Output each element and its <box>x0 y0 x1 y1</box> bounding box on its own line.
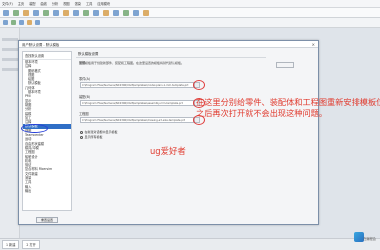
layer-icon[interactable] <box>35 20 40 25</box>
redo-icon[interactable] <box>43 9 49 16</box>
shell-icon[interactable] <box>113 9 119 16</box>
status-tab-open[interactable]: 2 打开 <box>22 240 40 249</box>
revolve-icon[interactable] <box>73 9 79 16</box>
assembly-template-label: 装配(B) <box>79 95 91 99</box>
radio-show-in-dialog-label: 在新建对话框中显示模板 <box>84 130 118 134</box>
resource-bar <box>0 28 20 238</box>
menu-file[interactable]: 文件(F) <box>2 1 13 6</box>
selection-toolbar <box>0 18 380 28</box>
open-icon[interactable] <box>13 9 19 16</box>
status-bar: 1 新建 2 打开 <box>0 238 380 250</box>
menu-tools[interactable]: 工具 <box>86 1 92 6</box>
select-filter-icon[interactable] <box>3 20 8 25</box>
annotation-line-2: 之后再次打开就不会出现这种问题。 <box>196 108 328 118</box>
dialog-title: 用户默认设置 - 默认模板 × <box>19 41 318 48</box>
reset-button[interactable]: 重置设置 <box>36 217 58 223</box>
assembly-template-field[interactable]: C:\Program Files\Siemens\NX2306\UGII\tem… <box>80 100 194 106</box>
annotation-line-1: 在这里分别给零件、装配体和工程图重新安排模板位 <box>196 97 380 107</box>
render-style-icon[interactable] <box>27 20 32 25</box>
save-icon[interactable] <box>23 9 29 16</box>
annotation-circle-selected-tree-item <box>21 124 48 133</box>
extrude-icon[interactable] <box>63 9 69 16</box>
sketch-icon[interactable] <box>53 9 59 16</box>
menu-render[interactable]: 渲染 <box>75 1 81 6</box>
hole-icon[interactable] <box>83 9 89 16</box>
menu-view[interactable]: 视图 <box>63 1 69 6</box>
tree-item[interactable]: 输出 <box>23 189 71 193</box>
resource-tab-2[interactable] <box>2 48 18 51</box>
drawing-template-field[interactable]: C:\Program Files\Siemens\NX2306\UGII\tem… <box>80 117 194 123</box>
resource-tab-4[interactable] <box>2 68 18 71</box>
ribbon-toolbar <box>0 8 380 18</box>
mirror-icon[interactable] <box>133 9 139 16</box>
tree-search[interactable]: 查找默认设置 <box>23 52 71 60</box>
units-button[interactable] <box>276 62 294 68</box>
menu-curve[interactable]: 曲线 <box>40 1 46 6</box>
pattern-icon[interactable] <box>123 9 129 16</box>
dialog-title-text: 用户默认设置 - 默认模板 <box>22 42 60 47</box>
part-template-field[interactable]: C:\Program Files\Siemens\NX2306\UGII\tem… <box>80 82 194 88</box>
blend-icon[interactable] <box>93 9 99 16</box>
description-text: 这些模板用于创建新部件、装配和工程图。在这里设置的模板将替代默认模板。 <box>79 61 185 65</box>
watermark-text: 在编程会 <box>363 237 376 241</box>
measure-icon[interactable] <box>143 9 149 16</box>
resource-tab-3[interactable] <box>2 58 18 61</box>
menu-analysis[interactable]: 分析 <box>52 1 58 6</box>
radio-off-icon[interactable] <box>80 135 83 139</box>
close-icon[interactable]: × <box>312 41 315 48</box>
annotation-circle-part <box>193 80 205 90</box>
undo-icon[interactable] <box>33 9 39 16</box>
user-defaults-dialog: 用户默认设置 - 默认模板 × 查找默认设置 基本环境 注释 图纸格式 视图 绘图 默认模… <box>18 40 319 225</box>
status-tab-new[interactable]: 1 新建 <box>2 240 20 249</box>
chamfer-icon[interactable] <box>103 9 109 16</box>
content-heading: 默认模板设置 <box>76 50 266 58</box>
annotation-text: 在这里分别给零件、装配体和工程图重新安排模板位 之后再次打开就不会出现这种问题。 <box>196 97 380 119</box>
radio-on-icon[interactable] <box>80 130 83 134</box>
author-annotation: ug爱好者 <box>150 146 186 156</box>
snap-icon[interactable] <box>11 20 16 25</box>
new-icon[interactable] <box>3 9 9 16</box>
menu-assembly[interactable]: 装配 <box>29 1 35 6</box>
menu-home[interactable]: 主页 <box>18 1 24 6</box>
radio-show-all[interactable]: 显示所有模板 <box>80 135 103 139</box>
top-menu-tabs: 文件(F) 主页 装配 曲线 分析 视图 渲染 工具 应用模块 <box>0 0 380 8</box>
menu-applications[interactable]: 应用模块 <box>97 1 110 6</box>
resource-tab-1[interactable] <box>2 38 18 41</box>
radio-show-in-dialog[interactable]: 在新建对话框中显示模板 <box>80 130 118 134</box>
part-template-label: 零件(A) <box>79 77 91 81</box>
defaults-content: 默认模板设置 常规 这些模板用于创建新部件、装配和工程图。在这里设置的模板将替代… <box>76 50 318 225</box>
view-orient-icon[interactable] <box>19 20 24 25</box>
drawing-template-label: 工程图 <box>79 112 89 116</box>
radio-show-all-label: 显示所有模板 <box>84 135 103 139</box>
